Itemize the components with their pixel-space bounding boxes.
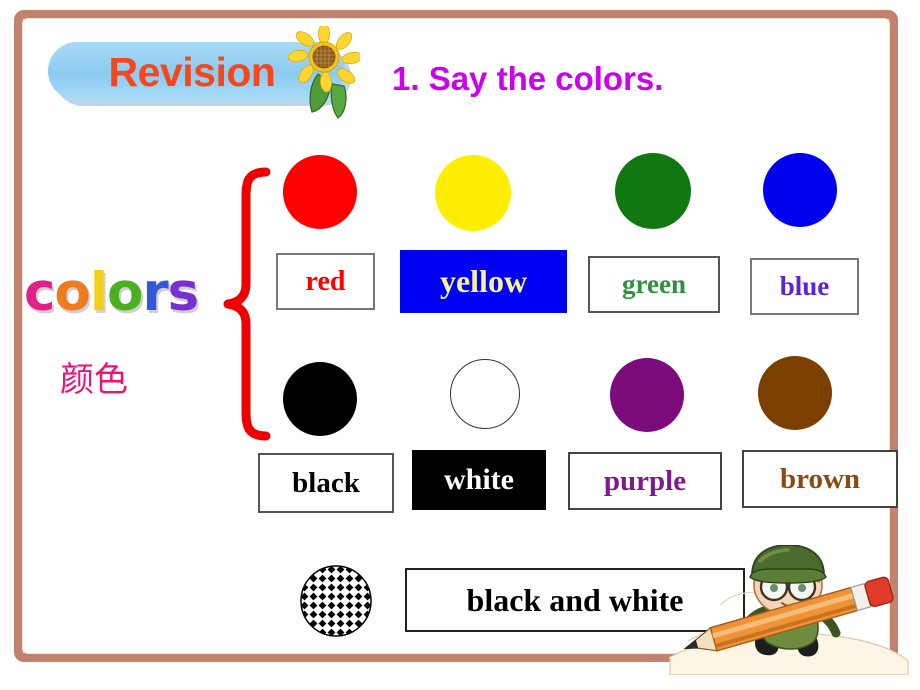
word-box-blue[interactable]: blue bbox=[750, 258, 859, 315]
color-swatch-black bbox=[283, 362, 357, 436]
word-box-yellow[interactable]: yellow bbox=[400, 250, 567, 313]
word-box-label: blue bbox=[779, 271, 830, 301]
word-box-black[interactable]: black bbox=[258, 453, 394, 513]
color-swatch-red bbox=[283, 155, 357, 229]
word-box-label: brown bbox=[779, 462, 861, 495]
boy-with-pencil-illustration bbox=[669, 545, 909, 675]
wordart-letter-1: o bbox=[54, 262, 90, 323]
word-box-label: yellow bbox=[439, 263, 528, 299]
wordart-letter-0: c bbox=[24, 262, 55, 323]
word-box-label: black bbox=[292, 466, 360, 499]
wordart-letter-4: r bbox=[142, 262, 168, 323]
word-box-red[interactable]: red bbox=[276, 253, 375, 310]
word-box-green[interactable]: green bbox=[588, 256, 720, 313]
revision-banner-label: Revision bbox=[108, 49, 276, 95]
wordart-colors: colors bbox=[24, 262, 214, 324]
chinese-label: 颜色 bbox=[60, 360, 128, 400]
color-swatch-white bbox=[450, 359, 520, 429]
color-swatch-green bbox=[615, 153, 691, 229]
color-swatch-purple bbox=[610, 358, 684, 432]
word-box-label: white bbox=[444, 463, 514, 496]
word-box-purple[interactable]: purple bbox=[568, 452, 722, 510]
word-box-brown[interactable]: brown bbox=[742, 450, 898, 508]
color-swatch-blue bbox=[763, 153, 837, 227]
word-box-label: green bbox=[622, 269, 686, 299]
word-box-label: purple bbox=[603, 464, 687, 497]
wordart-letter-3: o bbox=[107, 262, 143, 323]
page-title: 1. Say the colors. bbox=[392, 60, 664, 97]
slide-canvas: Revision 1. Say the colors. colors 颜色 re… bbox=[0, 0, 920, 690]
wordart-letter-5: s bbox=[167, 262, 200, 323]
word-box-label: black and white bbox=[466, 581, 684, 618]
black-white-checker-swatch bbox=[300, 565, 372, 637]
color-swatch-brown bbox=[758, 356, 832, 430]
color-swatch-yellow bbox=[435, 155, 511, 231]
wordart-letter-2: l bbox=[89, 262, 108, 323]
word-box-label: red bbox=[305, 265, 346, 297]
word-box-white[interactable]: white bbox=[412, 450, 546, 510]
red-brace bbox=[223, 167, 271, 441]
sunflower-icon bbox=[288, 26, 360, 119]
